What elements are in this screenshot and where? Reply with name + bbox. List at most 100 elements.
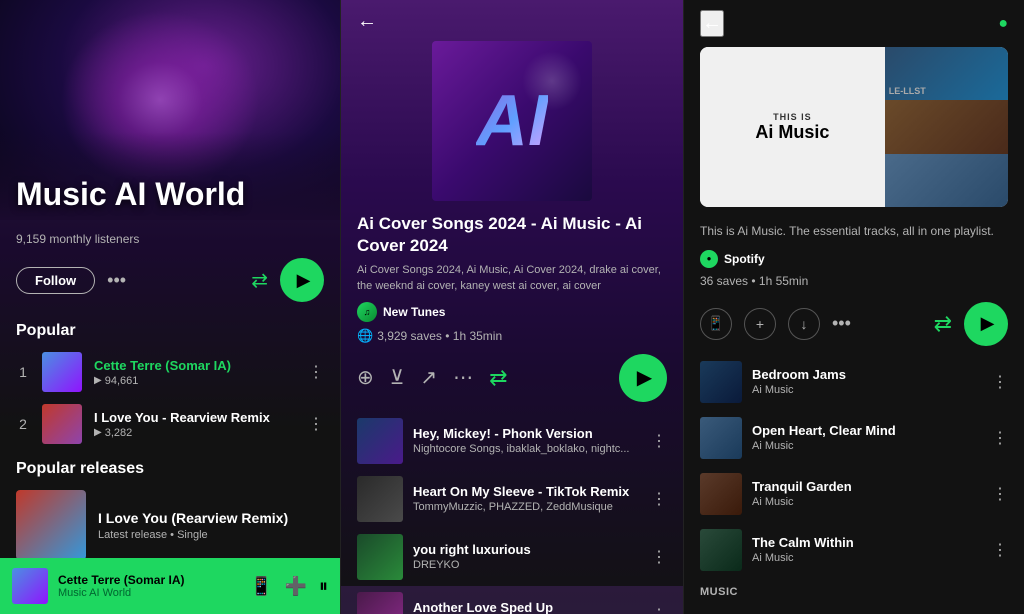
spotify-avatar: ● — [700, 250, 718, 268]
creator-name: Spotify — [724, 252, 765, 266]
play-icon: ▶ — [297, 270, 311, 291]
track-item[interactable]: Hey, Mickey! - Phonk Version Nightocore … — [341, 412, 683, 470]
track-item[interactable]: 1 Cette Terre (Somar IA) ▶ 94,661 ⋮ — [16, 352, 324, 392]
track-more-button[interactable]: ⋮ — [651, 547, 667, 567]
popular-releases-section: Popular releases I Love You (Rearview Re… — [16, 460, 324, 560]
track-details: Another Love Sped Up Dybbukk Covers, Dyb… — [413, 600, 641, 614]
track-list: Hey, Mickey! - Phonk Version Nightocore … — [341, 412, 683, 614]
track-more-button[interactable]: ⋮ — [992, 428, 1008, 448]
play-button[interactable]: ▶ — [280, 258, 324, 302]
track-name: Bedroom Jams — [752, 367, 982, 382]
track-item[interactable]: The Calm Within Ai Music ⋮ — [684, 522, 1024, 578]
follow-button[interactable]: Follow — [16, 267, 95, 294]
track-name: I Love You - Rearview Remix — [94, 410, 296, 425]
track-item[interactable]: Open Heart, Clear Mind Ai Music ⋮ — [684, 410, 1024, 466]
np-actions: 📱 ➕ ⏸ — [250, 576, 328, 597]
section-label: MUSIC — [684, 578, 1024, 600]
stats-text: 3,929 saves • 1h 35min — [377, 329, 502, 343]
track-details: I Love You - Rearview Remix ▶ 3,282 — [94, 410, 296, 439]
track-more-button[interactable]: ⋮ — [308, 362, 324, 382]
track-name: Another Love Sped Up — [413, 600, 641, 614]
track-more-button[interactable]: ⋮ — [992, 540, 1008, 560]
track-more-button[interactable]: ⋮ — [992, 484, 1008, 504]
artist-hero-image: Music AI World — [0, 0, 340, 220]
track-more-button[interactable]: ⋮ — [992, 372, 1008, 392]
track-name: Cette Terre (Somar IA) — [94, 358, 296, 373]
back-button[interactable]: ← — [357, 10, 377, 33]
panel-playlist: ← AI Ai Cover Songs 2024 - Ai Music - Ai… — [340, 0, 684, 614]
track-name: The Calm Within — [752, 535, 982, 550]
playlist-stats: 🌐 3,929 saves • 1h 35min — [357, 328, 667, 344]
playlist-actions: ⊕ ⊻ ↗ ⋯ ⇄ ▶ — [341, 354, 683, 412]
download-icon[interactable]: ⊻ — [390, 365, 405, 390]
track-artist: Ai Music — [752, 384, 982, 396]
track-artists: DREYKO — [413, 559, 641, 571]
play-icon: ▶ — [981, 313, 995, 334]
playlist-title: Ai Cover Songs 2024 - Ai Music - Ai Cove… — [357, 213, 667, 257]
more-icon[interactable]: ⋯ — [453, 365, 473, 390]
device-icon[interactable]: 📱 — [250, 576, 272, 597]
creator-row: ♫ New Tunes — [357, 302, 667, 322]
playlist-description: This is Ai Music. The essential tracks, … — [684, 217, 1024, 246]
more-button[interactable]: ••• — [832, 313, 851, 334]
shuffle-button[interactable]: ⇄ — [251, 268, 268, 293]
more-options-button[interactable]: ••• — [107, 270, 126, 291]
track-more-button[interactable]: ⋮ — [308, 414, 324, 434]
track-thumbnail — [700, 361, 742, 403]
track-name: Open Heart, Clear Mind — [752, 423, 982, 438]
pause-icon[interactable]: ⏸ — [319, 576, 328, 597]
track-number: 2 — [16, 416, 30, 432]
add-icon[interactable]: + — [744, 308, 776, 340]
plays-count: 94,661 — [105, 375, 139, 387]
track-artists: TommyMuzzic, PHAZZED, ZeddMusique — [413, 501, 641, 513]
track-item[interactable]: Tranquil Garden Ai Music ⋮ — [684, 466, 1024, 522]
track-thumbnail — [357, 534, 403, 580]
shuffle-button[interactable]: ⇄ — [934, 311, 952, 337]
track-thumbnail — [42, 404, 82, 444]
track-details: Hey, Mickey! - Phonk Version Nightocore … — [413, 426, 641, 455]
artist-title-block: Music AI World — [16, 177, 245, 212]
track-item[interactable]: Heart On My Sleeve - TikTok Remix TommyM… — [341, 470, 683, 528]
creator-avatar: ♫ — [357, 302, 377, 322]
np-title: Cette Terre (Somar IA) — [58, 573, 240, 587]
playlist-tags: Ai Cover Songs 2024, Ai Music, Ai Cover … — [357, 263, 667, 294]
add-to-playlist-icon[interactable]: ➕ — [285, 576, 307, 597]
device-icon[interactable]: 📱 — [700, 308, 732, 340]
popular-releases-title: Popular releases — [16, 460, 324, 478]
track-name: Tranquil Garden — [752, 479, 982, 494]
monthly-listeners: 9,159 monthly listeners — [16, 232, 324, 246]
play-button[interactable]: ▶ — [619, 354, 667, 402]
add-icon[interactable]: ⊕ — [357, 365, 374, 390]
release-item[interactable]: I Love You (Rearview Remix) Latest relea… — [16, 490, 324, 560]
track-item[interactable]: 2 I Love You - Rearview Remix ▶ 3,282 ⋮ — [16, 404, 324, 444]
cover-main: THIS IS Ai Music — [700, 47, 885, 207]
track-more-button[interactable]: ⋮ — [651, 605, 667, 614]
track-more-button[interactable]: ⋮ — [651, 489, 667, 509]
track-plays: ▶ 94,661 — [94, 375, 296, 387]
track-item[interactable]: you right luxurious DREYKO ⋮ — [341, 528, 683, 586]
back-button[interactable]: ← — [700, 10, 724, 37]
track-details: Heart On My Sleeve - TikTok Remix TommyM… — [413, 484, 641, 513]
track-item[interactable]: Another Love Sped Up Dybbukk Covers, Dyb… — [341, 586, 683, 614]
track-details: Cette Terre (Somar IA) ▶ 94,661 — [94, 358, 296, 387]
share-icon[interactable]: ↗ — [420, 365, 437, 390]
track-thumbnail — [357, 476, 403, 522]
popular-section-title: Popular — [16, 322, 324, 340]
cover-collage: THIS IS Ai Music LE-LLST — [700, 47, 1008, 207]
track-item[interactable]: Bedroom Jams Ai Music ⋮ — [684, 354, 1024, 410]
track-thumbnail — [700, 473, 742, 515]
panel3-header: ← ● — [684, 0, 1024, 47]
track-details: Open Heart, Clear Mind Ai Music — [752, 423, 982, 452]
cover-image-2 — [885, 100, 1008, 153]
panel-artist: Music AI World 9,159 monthly listeners F… — [0, 0, 340, 614]
shuffle-button[interactable]: ⇄ — [489, 365, 507, 391]
plays-icon: ▶ — [94, 375, 102, 386]
download-icon[interactable]: ↓ — [788, 308, 820, 340]
track-more-button[interactable]: ⋮ — [651, 431, 667, 451]
track-artist: Ai Music — [752, 440, 982, 452]
now-playing-bar[interactable]: Cette Terre (Somar IA) Music AI World 📱 … — [0, 558, 340, 614]
play-button[interactable]: ▶ — [964, 302, 1008, 346]
ai-logo-text: AI — [476, 80, 548, 162]
track-plays: ▶ 3,282 — [94, 427, 296, 439]
cover-sidebar: LE-LLST — [885, 47, 1008, 207]
